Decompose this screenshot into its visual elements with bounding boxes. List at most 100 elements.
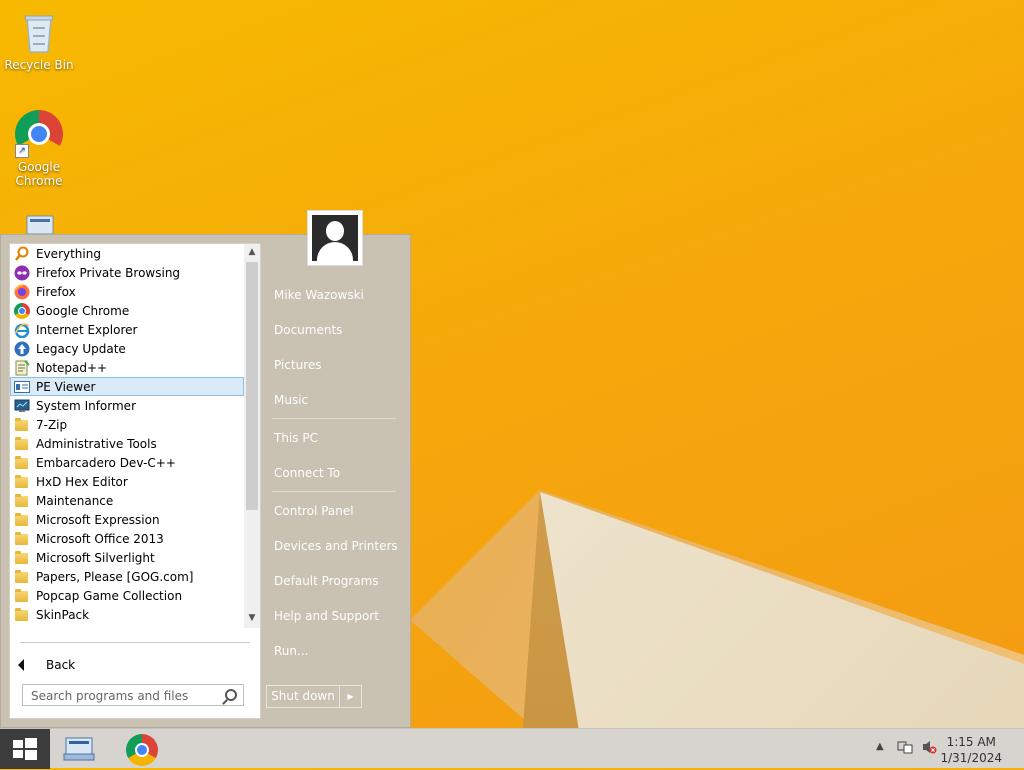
program-label: PE Viewer xyxy=(36,379,96,394)
scroll-down-arrow-icon[interactable]: ▼ xyxy=(244,610,260,626)
taskbar: ▲ 1:15 AM 1/31/2024 xyxy=(0,728,1024,769)
program-item[interactable]: Firefox Private Browsing xyxy=(10,263,244,282)
notepadpp-icon xyxy=(14,359,30,376)
program-item[interactable]: Administrative Tools xyxy=(10,434,244,453)
help-support-link[interactable]: Help and Support xyxy=(274,609,379,623)
program-item[interactable]: Firefox xyxy=(10,282,244,301)
program-item[interactable]: HxD Hex Editor xyxy=(10,472,244,491)
program-item[interactable]: Microsoft Office 2013 xyxy=(10,529,244,548)
program-label: Firefox Private Browsing xyxy=(36,265,181,280)
folder-icon xyxy=(14,512,30,528)
search-input[interactable] xyxy=(23,686,221,706)
program-item[interactable]: Papers, Please [GOG.com] xyxy=(10,567,244,586)
program-item[interactable]: Notepad++ xyxy=(10,358,244,377)
shortcut-arrow-icon: ↗ xyxy=(15,144,29,158)
program-item[interactable]: Legacy Update xyxy=(10,339,244,358)
program-label: Firefox xyxy=(36,284,76,299)
folder-icon xyxy=(14,493,30,509)
start-menu: Everything Firefox Private Browsing Firefo… xyxy=(0,234,411,728)
program-item[interactable]: 7-Zip xyxy=(10,415,244,434)
music-link[interactable]: Music xyxy=(274,393,308,407)
back-button[interactable]: Back xyxy=(18,658,75,672)
program-item[interactable]: Google Chrome xyxy=(10,301,244,320)
programs-scrollbar[interactable]: ▲ ▼ xyxy=(244,244,260,628)
shutdown-button-group: Shut down ▶ xyxy=(266,685,362,708)
pictures-link[interactable]: Pictures xyxy=(274,358,322,372)
clock-time: 1:15 AM xyxy=(946,735,996,749)
clock[interactable]: 1:15 AM 1/31/2024 xyxy=(940,734,1002,766)
program-item[interactable]: PE Viewer xyxy=(10,377,244,396)
devices-printers-link[interactable]: Devices and Printers xyxy=(274,539,398,553)
program-label: System Informer xyxy=(36,398,137,413)
run-link[interactable]: Run... xyxy=(274,644,308,658)
user-name-link[interactable]: Mike Wazowski xyxy=(274,288,364,302)
internet-explorer-icon xyxy=(14,322,30,338)
folder-icon xyxy=(14,474,30,490)
system-informer-icon xyxy=(14,398,30,414)
program-item[interactable]: System Informer xyxy=(10,396,244,415)
program-item[interactable]: Everything xyxy=(10,244,244,263)
user-avatar[interactable] xyxy=(307,210,363,266)
right-separator xyxy=(272,418,396,419)
program-label: Administrative Tools xyxy=(36,436,157,451)
start-button[interactable] xyxy=(0,729,50,769)
search-box[interactable] xyxy=(22,684,244,706)
program-item[interactable]: Microsoft Silverlight xyxy=(10,548,244,567)
program-label: Internet Explorer xyxy=(36,322,138,337)
taskbar-chrome[interactable] xyxy=(122,732,162,766)
program-label: Notepad++ xyxy=(36,360,108,375)
program-item[interactable]: Microsoft Expression xyxy=(10,510,244,529)
program-label: HxD Hex Editor xyxy=(36,474,128,489)
everything-search-icon xyxy=(14,246,30,262)
program-label: Everything xyxy=(36,246,101,261)
show-hidden-icons-icon[interactable]: ▲ xyxy=(876,741,884,752)
program-item[interactable]: Popcap Game Collection xyxy=(10,586,244,605)
folder-icon xyxy=(14,550,30,566)
program-label: 7-Zip xyxy=(36,417,68,432)
desktop-icon-label: Google Chrome xyxy=(15,160,63,188)
desktop-icon-chrome[interactable]: ↗ Google Chrome xyxy=(4,110,74,188)
network-icon[interactable] xyxy=(897,739,913,758)
control-panel-link[interactable]: Control Panel xyxy=(274,504,354,518)
program-item[interactable]: Internet Explorer xyxy=(10,320,244,339)
folder-icon xyxy=(14,531,30,547)
program-label: Microsoft Expression xyxy=(36,512,160,527)
chrome-icon: ↗ xyxy=(15,110,63,158)
program-item[interactable]: Embarcadero Dev-C++ xyxy=(10,453,244,472)
taskbar-keyboard-app[interactable] xyxy=(60,732,100,766)
program-label: Microsoft Office 2013 xyxy=(36,531,164,546)
scroll-up-arrow-icon[interactable]: ▲ xyxy=(244,244,260,260)
desktop-icon-label: Recycle Bin xyxy=(4,58,74,72)
program-label: Maintenance xyxy=(36,493,114,508)
default-programs-link[interactable]: Default Programs xyxy=(274,574,379,588)
program-label: Google Chrome xyxy=(36,303,130,318)
program-label: SkinPack xyxy=(36,607,90,622)
shutdown-options-arrow-icon[interactable]: ▶ xyxy=(340,692,361,701)
clock-date: 1/31/2024 xyxy=(940,751,1002,765)
recycle-bin-icon xyxy=(15,8,63,56)
program-label: Legacy Update xyxy=(36,341,126,356)
volume-muted-icon[interactable] xyxy=(921,739,937,758)
program-item[interactable]: SkinPack xyxy=(10,605,244,624)
back-arrow-icon xyxy=(18,659,24,671)
windows-logo-icon xyxy=(13,738,37,760)
folder-icon xyxy=(14,455,30,471)
program-label: Embarcadero Dev-C++ xyxy=(36,455,176,470)
program-item[interactable]: Maintenance xyxy=(10,491,244,510)
program-label: Papers, Please [GOG.com] xyxy=(36,569,194,584)
scroll-thumb[interactable] xyxy=(246,262,258,510)
connect-to-link[interactable]: Connect To xyxy=(274,466,340,480)
documents-link[interactable]: Documents xyxy=(274,323,342,337)
desktop-icon-recycle-bin[interactable]: Recycle Bin xyxy=(4,8,74,72)
chrome-icon xyxy=(126,734,158,766)
this-pc-link[interactable]: This PC xyxy=(274,431,318,445)
programs-list: Everything Firefox Private Browsing Firefo… xyxy=(10,244,244,634)
programs-panel: Everything Firefox Private Browsing Firefo… xyxy=(9,243,261,719)
folder-icon xyxy=(14,569,30,585)
program-label: Microsoft Silverlight xyxy=(36,550,155,565)
program-label: Popcap Game Collection xyxy=(36,588,183,603)
folder-icon xyxy=(14,588,30,604)
shutdown-button[interactable]: Shut down xyxy=(267,686,340,707)
search-icon[interactable] xyxy=(225,689,237,701)
chrome-icon xyxy=(14,302,30,319)
